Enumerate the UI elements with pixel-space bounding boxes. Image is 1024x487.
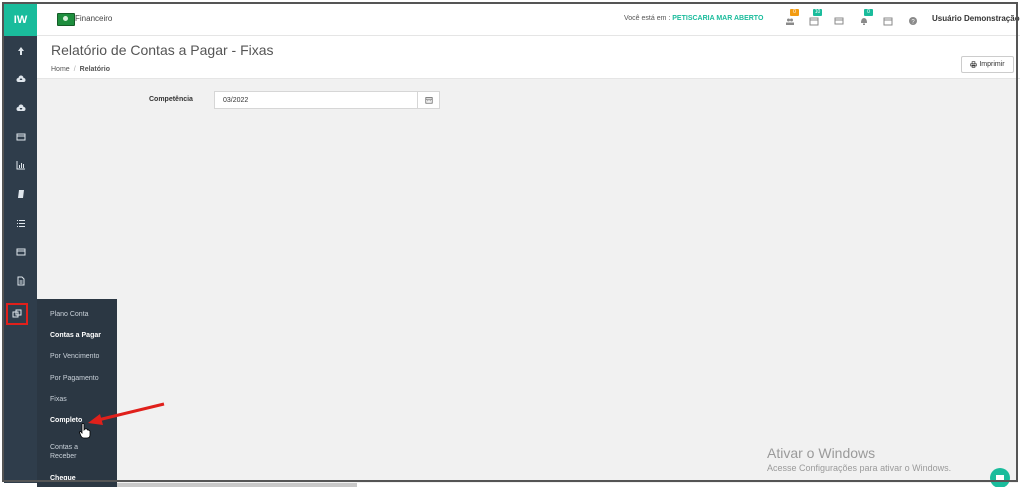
help-icon[interactable]: ? bbox=[908, 13, 918, 26]
submenu-item-contas-a-receber-line2[interactable]: Receber bbox=[50, 452, 76, 461]
bar-chart-icon[interactable] bbox=[4, 156, 37, 174]
list-icon[interactable] bbox=[4, 214, 37, 232]
calendar-icon[interactable] bbox=[883, 13, 893, 26]
notification-badge: 0 bbox=[864, 9, 873, 16]
cloud-upload-icon[interactable] bbox=[4, 70, 37, 88]
reports-submenu: Plano Conta Contas a Pagar Por Venciment… bbox=[37, 299, 117, 487]
main-content: Competência 03/2022 bbox=[37, 79, 1018, 483]
page-title: Relatório de Contas a Pagar - Fixas bbox=[51, 42, 274, 58]
submenu-item-plano-conta[interactable]: Plano Conta bbox=[50, 310, 89, 319]
document-icon[interactable] bbox=[4, 272, 37, 290]
notification-badge: 0 bbox=[790, 9, 799, 16]
breadcrumb-current: Relatório bbox=[79, 66, 110, 73]
submenu-item-por-pagamento[interactable]: Por Pagamento bbox=[50, 374, 99, 383]
money-icon bbox=[57, 13, 75, 26]
print-label: Imprimir bbox=[979, 61, 1005, 68]
competencia-label: Competência bbox=[149, 96, 193, 103]
annotation-arrow bbox=[88, 402, 165, 425]
calendar-picker-button[interactable] bbox=[418, 91, 440, 109]
card-icon[interactable] bbox=[4, 243, 37, 261]
page-header: Relatório de Contas a Pagar - Fixas Home… bbox=[37, 36, 1020, 79]
location-indicator: Você está em : PETISCARIA MAR ABERTO bbox=[624, 15, 764, 22]
submenu-item-fixas[interactable]: Fixas bbox=[50, 395, 67, 404]
top-bar: Financeiro Você está em : PETISCARIA MAR… bbox=[37, 4, 1020, 36]
notification-badge: 10 bbox=[813, 9, 822, 16]
submenu-item-contas-a-pagar[interactable]: Contas a Pagar bbox=[50, 331, 101, 340]
app-window: IW Financeiro Você está em : PETISCARIA … bbox=[0, 0, 1024, 487]
submenu-item-contas-a-receber[interactable]: Contas a bbox=[50, 443, 78, 452]
breadcrumb: Home / Relatório bbox=[51, 66, 110, 73]
submenu-item-cheque[interactable]: Cheque bbox=[50, 474, 76, 483]
hand-cursor-icon bbox=[79, 423, 91, 439]
copy-icon[interactable] bbox=[6, 303, 28, 325]
upload-icon[interactable] bbox=[4, 42, 37, 60]
brand-logo[interactable]: IW bbox=[4, 4, 37, 36]
user-menu[interactable]: Usuário Demonstração bbox=[932, 14, 1020, 23]
calendar-icon bbox=[424, 97, 433, 104]
cloud-download-icon[interactable] bbox=[4, 99, 37, 117]
print-button[interactable]: Imprimir bbox=[961, 56, 1014, 73]
submenu-item-completo[interactable]: Completo bbox=[50, 416, 82, 425]
chat-button[interactable] bbox=[990, 468, 1010, 487]
competencia-input[interactable]: 03/2022 bbox=[214, 91, 418, 109]
printer-icon bbox=[970, 61, 978, 68]
card-icon[interactable] bbox=[834, 13, 844, 25]
windows-activation-title: Ativar o Windows bbox=[767, 445, 876, 461]
book-icon[interactable] bbox=[4, 185, 37, 203]
card-icon[interactable] bbox=[4, 128, 37, 146]
location-place[interactable]: PETISCARIA MAR ABERTO bbox=[672, 15, 763, 22]
breadcrumb-home[interactable]: Home bbox=[51, 66, 70, 73]
module-label[interactable]: Financeiro bbox=[75, 14, 112, 23]
scrollbar[interactable] bbox=[117, 483, 357, 487]
chat-icon bbox=[996, 475, 1004, 482]
submenu-item-por-vencimento[interactable]: Por Vencimento bbox=[50, 352, 99, 361]
windows-activation-subtitle: Acesse Configurações para ativar o Windo… bbox=[767, 463, 952, 473]
